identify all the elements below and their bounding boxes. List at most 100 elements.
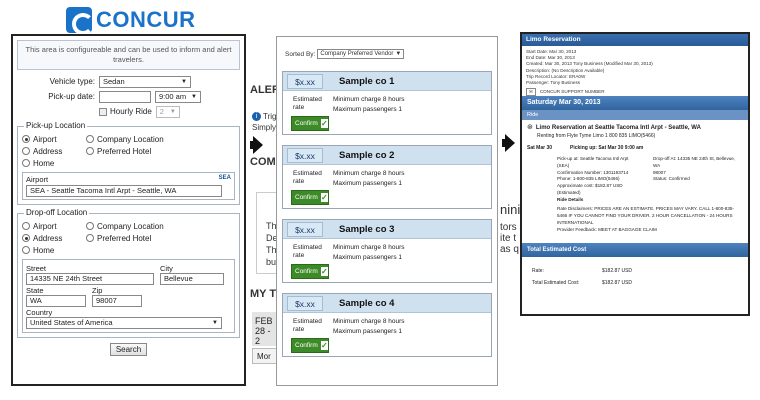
rate-disclaimer: Rate Disclaimers: PRICES ARE AN ESTIMATE…: [557, 206, 735, 225]
vendor-results-list: Sorted By: Company Preferred Vendor ▼ $x.…: [276, 36, 498, 386]
car-icon: ⊛: [527, 124, 533, 131]
ride-title: Limo Reservation at Seattle Tacoma Intl …: [535, 124, 701, 131]
alert-line2: Simply: [252, 123, 277, 132]
street-input[interactable]: 14335 NE 24th Street: [26, 272, 154, 285]
pickup-location-group: Pick-up Location Airport Company Locatio…: [17, 120, 240, 205]
brand-name: CONCUR: [96, 7, 196, 32]
flow-arrow-2: [502, 134, 515, 152]
vehicle-type-label: Vehicle type:: [49, 77, 95, 86]
airport-code: SEA: [218, 174, 231, 181]
flow-arrow-1: [250, 136, 263, 154]
date-bar: Saturday Mar 30, 2013: [522, 96, 748, 110]
vendor-meta: Minimum charge 8 hours Maximum passengers…: [333, 170, 405, 188]
ride-date: Sat Mar 30: [527, 144, 553, 151]
airport-input[interactable]: SEA - Seattle Tacoma Intl Arpt - Seattle…: [26, 184, 222, 197]
confirm-button[interactable]: Confirm ✓: [291, 190, 329, 205]
confirm-button[interactable]: Confirm ✓: [291, 338, 329, 353]
checkmark-icon: ✓: [320, 267, 328, 276]
vendor-price: $x.xx: [287, 148, 323, 163]
picking-up: Picking up: Sat Mar 30 9:00 am: [570, 144, 644, 151]
country-label: Country: [26, 307, 53, 317]
pickup-date-label: Pick-up date:: [48, 92, 95, 101]
ride-from: Renting from Flyte Tyme Limo 1 800 835 L…: [537, 132, 656, 139]
provider-feedback: Provider Feedback: MEET AT BAGGAGE CLAIM: [557, 226, 657, 232]
vendor-name: Sample co 2: [339, 150, 395, 161]
sort-row: Sorted By: Company Preferred Vendor ▼: [285, 49, 492, 59]
document-icon[interactable]: ✉: [526, 88, 536, 97]
estimated-rate-label: Estimated rate: [293, 318, 322, 333]
confirm-button[interactable]: Confirm ✓: [291, 116, 329, 131]
confirm-button[interactable]: Confirm ✓: [291, 264, 329, 279]
rate-row: Rate: $182.87 USD: [532, 267, 633, 274]
sort-select[interactable]: Company Preferred Vendor ▼: [317, 49, 405, 59]
vendor-card: $x.xx Sample co 4 Estimated rate Minimum…: [282, 293, 492, 357]
estimated-rate-label: Estimated rate: [293, 96, 322, 111]
arrow-right-icon: [253, 136, 263, 154]
zip-label: Zip: [92, 285, 103, 295]
vendor-card: $x.xx Sample co 3 Estimated rate Minimum…: [282, 219, 492, 283]
ride-bar: Ride: [522, 110, 748, 120]
dropoff-radio-company[interactable]: Company Location: [86, 222, 206, 231]
concur-logo: CONCUR: [66, 6, 196, 35]
concur-logo-mark-icon: [66, 7, 94, 35]
country-select[interactable]: United States of America ▼: [26, 316, 222, 329]
hourly-ride-label: Hourly Ride: [110, 107, 152, 116]
address-box: Street 14335 NE 24th Street City Bellevu…: [22, 258, 235, 333]
pickup-radio-home[interactable]: Home: [22, 159, 86, 168]
pickup-location-legend: Pick-up Location: [24, 120, 88, 130]
dropoff-radio-address[interactable]: Address: [22, 234, 86, 243]
dropoff-radio-airport[interactable]: Airport: [22, 222, 86, 231]
airport-label: Airport: [26, 174, 49, 184]
search-button[interactable]: Search: [109, 342, 148, 356]
vendor-meta: Minimum charge 8 hours Maximum passengers…: [333, 318, 405, 336]
bg-word-ite: ite t: [500, 233, 517, 244]
total-bar: Total Estimated Cost: [522, 242, 748, 257]
estimated-rate-label: Estimated rate: [293, 170, 322, 185]
pickup-time-select[interactable]: 9:00 am ▼: [155, 90, 201, 103]
arrow-right-icon: [505, 134, 515, 152]
zip-input[interactable]: 98007: [92, 294, 142, 307]
dropoff-radio-hotel[interactable]: Preferred Hotel: [86, 234, 206, 243]
support-label: CONCUR SUPPORT NUMBER: [539, 89, 605, 95]
comp-heading: COMI: [250, 156, 279, 168]
vendor-name: Sample co 1: [339, 76, 395, 87]
hourly-count-select[interactable]: 2 ▼: [155, 105, 180, 118]
total-row: Total Estimated Cost: $182.87 USD: [532, 279, 633, 286]
street-label: Street: [26, 263, 47, 273]
details-right: Drop-off At: 14335 NE 24th St, Bellevue,…: [653, 155, 736, 182]
vendor-name: Sample co 3: [339, 224, 395, 235]
vendor-price: $x.xx: [287, 74, 323, 89]
pickup-airport-box: Airport SEA SEA - Seattle Tacoma Intl Ar…: [22, 171, 235, 200]
vendor-card: $x.xx Sample co 1 Estimated rate Minimum…: [282, 71, 492, 135]
hourly-ride-checkbox[interactable]: [99, 107, 107, 116]
chevron-down-icon: ▼: [395, 51, 402, 57]
vendor-price: $x.xx: [287, 222, 323, 237]
vendor-name: Sample co 4: [339, 298, 395, 309]
vehicle-type-select[interactable]: Sedan ▼: [99, 75, 191, 88]
chevron-down-icon: ▼: [181, 78, 187, 85]
info-message: This area is configureable and can be us…: [17, 40, 240, 70]
trip-date-badge[interactable]: FEB 28 - 2: [252, 312, 278, 346]
city-input[interactable]: Bellevue: [160, 272, 224, 285]
dropoff-location-legend: Drop-off Location: [24, 207, 90, 217]
alert-line1: Trig: [263, 112, 277, 121]
vendor-price: $x.xx: [287, 296, 323, 311]
pickup-date-input[interactable]: [99, 90, 151, 103]
pickup-radio-airport[interactable]: Airport: [22, 135, 86, 144]
limo-search-form: This area is configureable and can be us…: [11, 34, 246, 386]
dropoff-radio-home[interactable]: Home: [22, 246, 86, 255]
pickup-radio-address[interactable]: Address: [22, 147, 86, 156]
pickup-radio-company[interactable]: Company Location: [86, 135, 206, 144]
city-label: City: [160, 263, 173, 273]
ride-details: ⊛ Limo Reservation at Seattle Tacoma Int…: [522, 120, 748, 237]
vendor-card: $x.xx Sample co 2 Estimated rate Minimum…: [282, 145, 492, 209]
trip-range: 28 - 2: [255, 326, 271, 346]
pickup-radio-hotel[interactable]: Preferred Hotel: [86, 147, 206, 156]
trip-month: FEB: [255, 316, 273, 326]
info-icon: i: [252, 112, 261, 121]
state-label: State: [26, 285, 44, 295]
state-input[interactable]: WA: [26, 294, 86, 307]
more-button[interactable]: Mor: [252, 348, 278, 364]
bg-word-asq: as q: [500, 244, 519, 255]
sort-label: Sorted By:: [285, 50, 316, 58]
